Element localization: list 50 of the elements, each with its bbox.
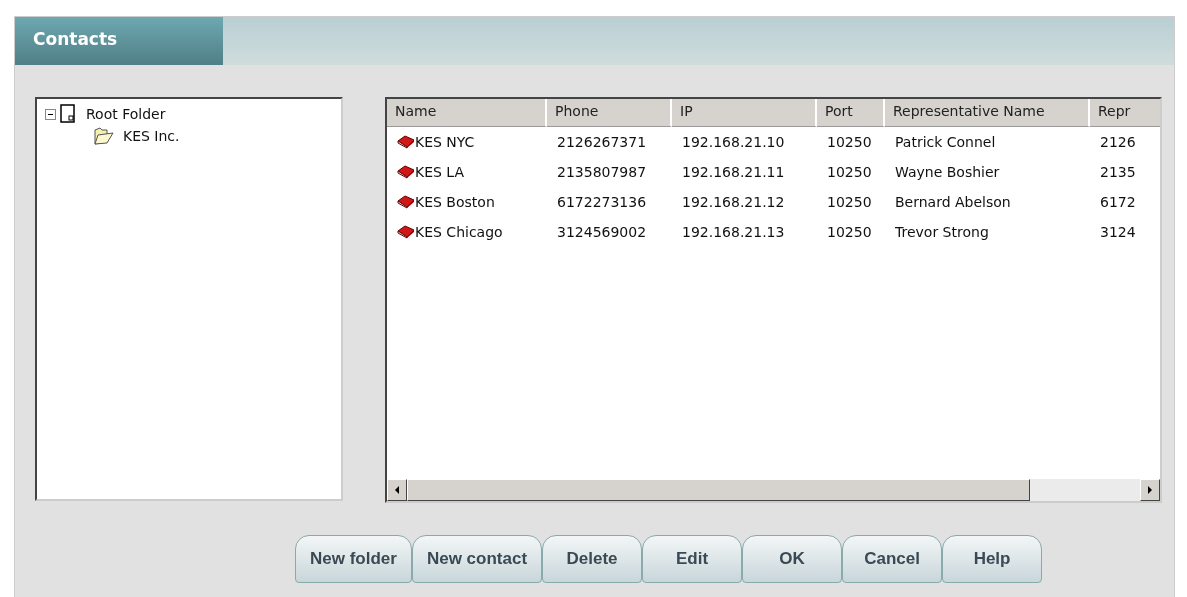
scroll-left-icon[interactable] [387,479,407,501]
table-cell: 6172273136 [557,194,647,210]
column-header[interactable]: Phone [547,99,672,127]
table-cell: 192.168.21.10 [682,134,785,150]
column-header[interactable]: Representative Name [885,99,1090,127]
column-header[interactable]: Repr [1090,99,1160,127]
book-icon [397,165,415,179]
window-title: Contacts [15,17,223,65]
table-cell: 2135 [1100,164,1136,180]
column-header[interactable]: Name [387,99,547,127]
book-icon [397,135,415,149]
table-cell: 6172 [1100,194,1136,210]
dialog-button[interactable]: OK [742,535,843,583]
book-icon [397,225,415,239]
table-cell: Trevor Strong [895,224,989,240]
column-header[interactable]: IP [672,99,817,127]
table-cell: 2126 [1100,134,1136,150]
table-cell: 3124569002 [557,224,647,240]
folder-icon [93,126,115,146]
dialog-button[interactable]: New contact [411,535,543,583]
document-icon [60,104,78,124]
dialog-button[interactable]: Delete [542,535,643,583]
table-cell: KES LA [415,164,465,180]
table-cell: 10250 [827,194,872,210]
scrollbar-thumb[interactable] [407,479,1030,501]
dialog-button[interactable]: Edit [642,535,743,583]
scroll-right-icon[interactable] [1140,479,1160,501]
table-cell: 2135807987 [557,164,647,180]
column-header[interactable]: Port [817,99,885,127]
table-cell: 10250 [827,224,872,240]
table-cell: KES Boston [415,194,495,210]
table-cell: 3124 [1100,224,1136,240]
collapse-icon[interactable] [45,108,56,120]
table-cell: 10250 [827,134,872,150]
table-cell: 192.168.21.13 [682,224,785,240]
tree-item[interactable]: Root Folder [82,106,166,122]
book-icon [397,195,415,209]
dialog-button[interactable]: Help [942,535,1043,583]
table-cell: Patrick Connel [895,134,996,150]
table-cell: 192.168.21.12 [682,194,785,210]
tree-item[interactable]: KES Inc. [119,128,180,144]
table-cell: Bernard Abelson [895,194,1011,210]
table-cell: 2126267371 [557,134,647,150]
table-cell: KES NYC [415,134,475,150]
dialog-button[interactable]: Cancel [842,535,943,583]
table-cell: 192.168.21.11 [682,164,785,180]
dialog-button[interactable]: New folder [295,535,412,583]
table-cell: KES Chicago [415,224,503,240]
table-cell: 10250 [827,164,872,180]
table-cell: Wayne Boshier [895,164,1000,180]
